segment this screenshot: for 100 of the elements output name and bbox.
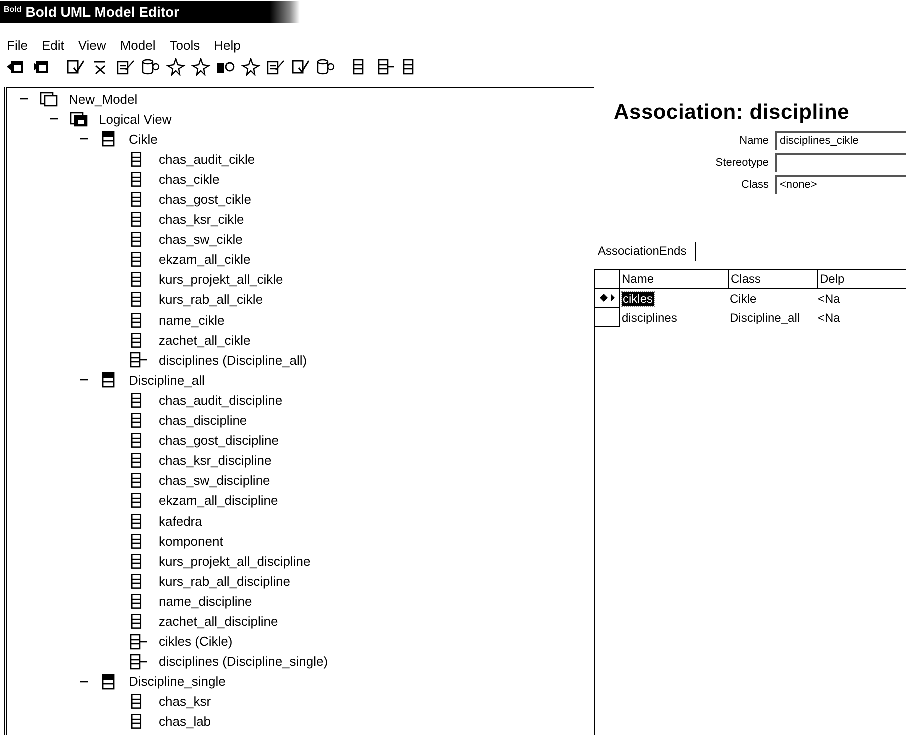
tree-item[interactable]: chas_sw_cikle <box>159 232 243 248</box>
attribute-icon <box>131 413 142 428</box>
column-header[interactable]: Delp <box>818 270 906 289</box>
edit-document-icon[interactable] <box>266 58 286 76</box>
attribute-icon <box>131 272 142 288</box>
attribute-icon <box>131 332 142 348</box>
tree-item[interactable]: chas_ksr_cikle <box>159 212 244 228</box>
menu-item[interactable]: Tools <box>170 38 200 53</box>
tree-item[interactable]: ekzam_all_discipline <box>159 493 278 508</box>
association-heading: Association: discipline <box>613 101 851 125</box>
attribute-icon <box>131 714 142 730</box>
attribute-icon <box>131 252 142 268</box>
tree-item[interactable]: chas_gost_cikle <box>159 192 252 208</box>
attribute-icon <box>131 232 142 248</box>
field-label: Name <box>738 134 769 146</box>
attribute-icon <box>131 594 142 609</box>
star-icon[interactable] <box>191 58 211 76</box>
attribute-icon <box>131 694 142 710</box>
role-icon[interactable] <box>376 58 396 76</box>
table-cell: <Na <box>818 310 840 324</box>
attribute-icon <box>131 473 142 488</box>
attribute-icon <box>131 574 142 589</box>
attribute-icon <box>131 554 142 569</box>
attribute-icon <box>131 433 142 448</box>
menu-item[interactable]: Edit <box>42 38 64 53</box>
input-field[interactable]: <none> <box>775 175 906 194</box>
check-icon[interactable] <box>291 58 311 76</box>
tree-item[interactable]: name_discipline <box>159 594 252 609</box>
attribute-icon <box>131 152 142 167</box>
menu-item[interactable]: View <box>78 38 106 53</box>
role-icon <box>129 654 149 670</box>
tree-item[interactable]: Logical View <box>99 112 172 127</box>
package-icon <box>69 111 89 128</box>
tree-item[interactable]: Discipline_single <box>129 674 226 690</box>
tree-item[interactable]: Discipline_all <box>129 372 205 388</box>
column-header[interactable]: Class <box>729 270 818 289</box>
row-indicator[interactable] <box>595 289 620 308</box>
tree-item[interactable]: kafedra <box>159 514 202 529</box>
attribute-icon <box>131 493 142 508</box>
tree-item[interactable]: disciplines (Discipline_single) <box>159 654 328 670</box>
tab[interactable]: AssociationEnds <box>598 242 696 261</box>
app-logo: Bold <box>4 5 22 14</box>
attribute-icon <box>131 514 142 529</box>
tree-item[interactable]: kurs_rab_all_cikle <box>159 292 264 308</box>
star-icon[interactable] <box>241 58 261 76</box>
attribute-icon <box>131 392 142 408</box>
input-field[interactable] <box>775 153 906 172</box>
menu-item[interactable]: Help <box>214 38 241 53</box>
edit-document-icon[interactable] <box>116 58 136 76</box>
tree-item[interactable]: zachet_all_cikle <box>159 332 251 348</box>
tree-item[interactable]: chas_lab <box>159 714 212 730</box>
star-icon[interactable] <box>166 58 186 76</box>
tree-item[interactable]: name_cikle <box>159 312 225 328</box>
role-icon <box>129 634 149 650</box>
column-header[interactable]: Name <box>620 270 729 289</box>
tree-item[interactable]: chas_audit_discipline <box>159 392 283 408</box>
table-cell: Discipline_all <box>730 310 800 324</box>
role-icon <box>129 352 149 368</box>
tree-item[interactable]: ekzam_all_cikle <box>159 252 251 268</box>
menu-item[interactable]: File <box>7 38 28 53</box>
model-icon <box>39 91 59 108</box>
check-icon[interactable] <box>66 58 86 76</box>
tree-item[interactable]: kurs_projekt_all_discipline <box>159 554 311 569</box>
attribute-icon <box>131 614 142 629</box>
tree-item[interactable]: kurs_rab_all_discipline <box>159 574 291 589</box>
import-icon[interactable] <box>6 58 26 76</box>
tree-item[interactable]: chas_cikle <box>159 172 220 187</box>
attribute-icon <box>131 292 142 308</box>
tree-item[interactable]: cikles (Cikle) <box>159 634 233 650</box>
database-icon[interactable] <box>316 58 336 76</box>
row-pointer-icon <box>600 293 614 303</box>
table-cell: disciplines <box>622 310 678 324</box>
database-icon[interactable] <box>141 58 161 76</box>
tree-item[interactable]: Cikle <box>129 132 158 147</box>
tree-item[interactable]: chas_gost_discipline <box>159 433 279 448</box>
row-indicator[interactable] <box>595 308 620 327</box>
input-field[interactable]: disciplines_cikle <box>775 131 906 150</box>
tree-item[interactable]: chas_sw_discipline <box>159 473 270 488</box>
tree-item[interactable]: kurs_projekt_all_cikle <box>159 272 284 288</box>
attribute-icon <box>131 192 142 208</box>
tree-item[interactable]: chas_ksr <box>159 694 212 710</box>
table-cell: cikles <box>622 292 654 306</box>
tree-item[interactable]: disciplines (Discipline_all) <box>159 352 308 368</box>
tree-item[interactable]: New_Model <box>69 92 138 107</box>
menu-item[interactable]: Model <box>120 38 156 53</box>
tree-item[interactable]: chas_discipline <box>159 413 248 428</box>
attribute-icon <box>131 312 142 328</box>
field-label: Stereotype <box>714 156 769 168</box>
attribute-icon <box>131 534 142 549</box>
export-icon[interactable] <box>31 58 51 76</box>
field-label: Class <box>740 178 769 190</box>
attribute-icon <box>131 453 142 468</box>
table-cell: <Na <box>818 292 840 306</box>
tree-item[interactable]: zachet_all_discipline <box>159 614 278 629</box>
tree-item[interactable]: komponent <box>159 534 224 549</box>
window-title: Bold UML Model Editor <box>26 4 180 20</box>
attribute-icon <box>131 172 142 187</box>
tree-item[interactable]: chas_audit_cikle <box>159 152 256 167</box>
table-cell: Cikle <box>730 292 757 306</box>
tree-item[interactable]: chas_ksr_discipline <box>159 453 272 468</box>
